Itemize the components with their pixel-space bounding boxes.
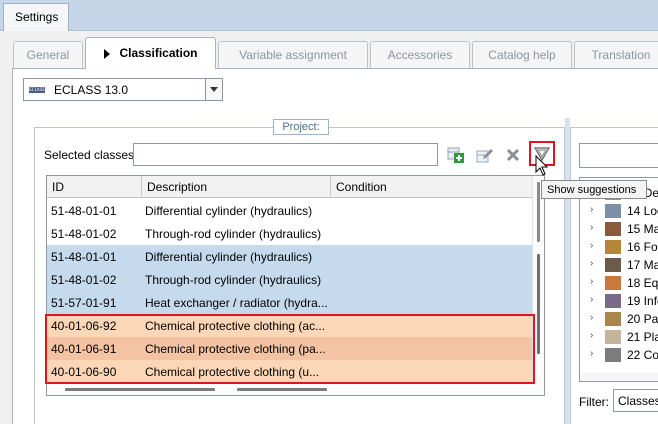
tree-item[interactable]: › 20 Pac xyxy=(580,310,658,328)
chevron-down-icon[interactable] xyxy=(205,79,222,100)
cell-description: Through-rod cylinder (hydraulics) xyxy=(145,273,322,287)
tree-item-label: 16 Foo xyxy=(627,240,658,254)
column-header-description[interactable]: Description xyxy=(142,176,331,198)
chevron-right-icon[interactable]: › xyxy=(590,330,593,341)
tree-item[interactable]: › 21 Pla xyxy=(580,328,658,346)
table-row[interactable]: 51-48-01-01 Differential cylinder (hydrau… xyxy=(47,245,534,268)
column-header-condition[interactable]: Condition xyxy=(331,176,534,198)
table-row[interactable]: 51-48-01-02 Through-rod cylinder (hydraul… xyxy=(47,268,534,291)
category-thumbnail-icon xyxy=(605,258,621,272)
add-class-icon[interactable] xyxy=(446,146,464,164)
category-thumbnail-icon xyxy=(605,294,621,308)
cell-id: 40-01-06-91 xyxy=(51,342,117,356)
table-body: 51-48-01-01 Differential cylinder (hydrau… xyxy=(47,199,534,395)
cell-id: 51-57-01-91 xyxy=(51,296,117,310)
scroll-thumb[interactable] xyxy=(237,388,327,391)
catalog-search-input[interactable] xyxy=(579,143,658,168)
table-vertical-scrollbar[interactable] xyxy=(532,176,544,395)
tree-item[interactable]: › 15 Ma xyxy=(580,220,658,238)
cell-id: 40-01-06-92 xyxy=(51,319,117,333)
category-thumbnail-icon xyxy=(605,276,621,290)
scroll-thumb[interactable] xyxy=(65,388,215,391)
tab-classification-label: Classification xyxy=(119,46,198,60)
active-tab-indicator-icon xyxy=(104,49,110,59)
cell-description: Through-rod cylinder (hydraulics) xyxy=(145,227,322,241)
tree-item[interactable]: › 19 Info xyxy=(580,292,658,310)
column-header-id[interactable]: ID xyxy=(47,176,142,198)
tab-general[interactable]: General xyxy=(13,41,83,68)
tab-translation[interactable]: Translation xyxy=(574,41,658,68)
table-row[interactable]: 51-48-01-01 Differential cylinder (hydrau… xyxy=(47,199,534,222)
table-horizontal-scrollbar[interactable] xyxy=(47,383,534,395)
selected-classes-table[interactable]: ID Description Condition 51-48-01-01 Diff… xyxy=(46,175,545,396)
tree-item-label: 21 Pla xyxy=(627,330,658,344)
class-system-selected: ECLASS 13.0 xyxy=(54,83,129,97)
table-row[interactable]: 40-01-06-92 Chemical protective clothing … xyxy=(47,314,534,337)
tab-catalog-help[interactable]: Catalog help xyxy=(472,41,572,68)
tooltip: Show suggestions xyxy=(541,180,647,199)
chevron-right-icon[interactable]: › xyxy=(590,222,593,233)
tree-item-label: 18 Equ xyxy=(627,276,658,290)
chevron-right-icon[interactable]: › xyxy=(590,240,593,251)
tab-accessories[interactable]: Accessories xyxy=(370,41,470,68)
category-thumbnail-icon xyxy=(605,330,621,344)
cell-description: Chemical protective clothing (ac... xyxy=(145,319,326,333)
project-group-title: Project: xyxy=(273,119,329,135)
edit-class-icon[interactable] xyxy=(475,146,493,164)
scroll-thumb[interactable] xyxy=(537,182,540,242)
tree-item-label: 22 Co xyxy=(627,348,658,362)
tree-item[interactable]: › 17 Ma xyxy=(580,256,658,274)
tab-variable-assignment[interactable]: Variable assignment xyxy=(218,41,368,68)
cell-description: Chemical protective clothing (u... xyxy=(145,365,320,379)
mouse-cursor-icon xyxy=(535,155,549,176)
tree-item-label: 14 Log xyxy=(627,204,658,218)
selected-classes-input[interactable] xyxy=(133,143,438,166)
table-row[interactable]: 40-01-06-91 Chemical protective clothing … xyxy=(47,337,534,360)
tree-item-label: 20 Pac xyxy=(627,312,658,326)
chevron-right-icon[interactable]: › xyxy=(590,258,593,269)
chevron-right-icon[interactable]: › xyxy=(590,276,593,287)
category-thumbnail-icon xyxy=(605,312,621,326)
cell-id: 51-48-01-01 xyxy=(51,204,117,218)
cell-id: 40-01-06-90 xyxy=(51,365,117,379)
tree-item-label: 19 Info xyxy=(627,294,658,308)
catalog-tree[interactable]: ›13 Dev›14 Log›15 Ma›16 Foo›17 Ma›18 Equ… xyxy=(579,177,658,382)
tab-classification[interactable]: Classification xyxy=(85,37,216,69)
category-thumbnail-icon xyxy=(605,222,621,236)
category-thumbnail-icon xyxy=(605,204,621,218)
cell-description: Differential cylinder (hydraulics) xyxy=(145,250,313,264)
tree-item[interactable]: › 16 Foo xyxy=(580,238,658,256)
chevron-right-icon[interactable]: › xyxy=(590,204,593,215)
tree-item[interactable]: › 18 Equ xyxy=(580,274,658,292)
chevron-right-icon[interactable]: › xyxy=(590,312,593,323)
table-header: ID Description Condition xyxy=(47,176,534,198)
cell-description: Chemical protective clothing (pa... xyxy=(145,342,326,356)
category-thumbnail-icon xyxy=(605,348,621,362)
tree-item[interactable]: › 14 Log xyxy=(580,202,658,220)
class-system-dropdown[interactable]: ECLASS ECLASS 13.0 xyxy=(23,78,223,101)
tree-horizontal-scrollbar[interactable] xyxy=(580,373,658,381)
cell-id: 51-48-01-02 xyxy=(51,273,117,287)
filter-dropdown[interactable]: Classes xyxy=(613,389,658,412)
tree-item-label: 15 Ma xyxy=(627,222,658,236)
filter-label: Filter: xyxy=(579,395,609,409)
tree-item[interactable]: › 22 Co xyxy=(580,346,658,364)
cell-id: 51-48-01-01 xyxy=(51,250,117,264)
delete-icon[interactable] xyxy=(504,146,522,164)
table-row[interactable]: 51-48-01-02 Through-rod cylinder (hydraul… xyxy=(47,222,534,245)
eclass-logo-icon: ECLASS xyxy=(29,87,45,93)
cell-description: Heat exchanger / radiator (hydra... xyxy=(145,296,328,310)
cell-description: Differential cylinder (hydraulics) xyxy=(145,204,313,218)
window-tab-strip: Settings xyxy=(0,0,658,31)
scroll-thumb[interactable] xyxy=(537,254,540,354)
settings-window-tab[interactable]: Settings xyxy=(3,3,69,31)
table-row[interactable]: 40-01-06-90 Chemical protective clothing … xyxy=(47,360,534,383)
tree-item-label: 17 Ma xyxy=(627,258,658,272)
chevron-right-icon[interactable]: › xyxy=(590,294,593,305)
selected-classes-label: Selected classes xyxy=(44,148,135,162)
category-thumbnail-icon xyxy=(605,240,621,254)
table-row[interactable]: 51-57-01-91 Heat exchanger / radiator (hy… xyxy=(47,291,534,314)
cell-id: 51-48-01-02 xyxy=(51,227,117,241)
chevron-right-icon[interactable]: › xyxy=(590,348,593,359)
